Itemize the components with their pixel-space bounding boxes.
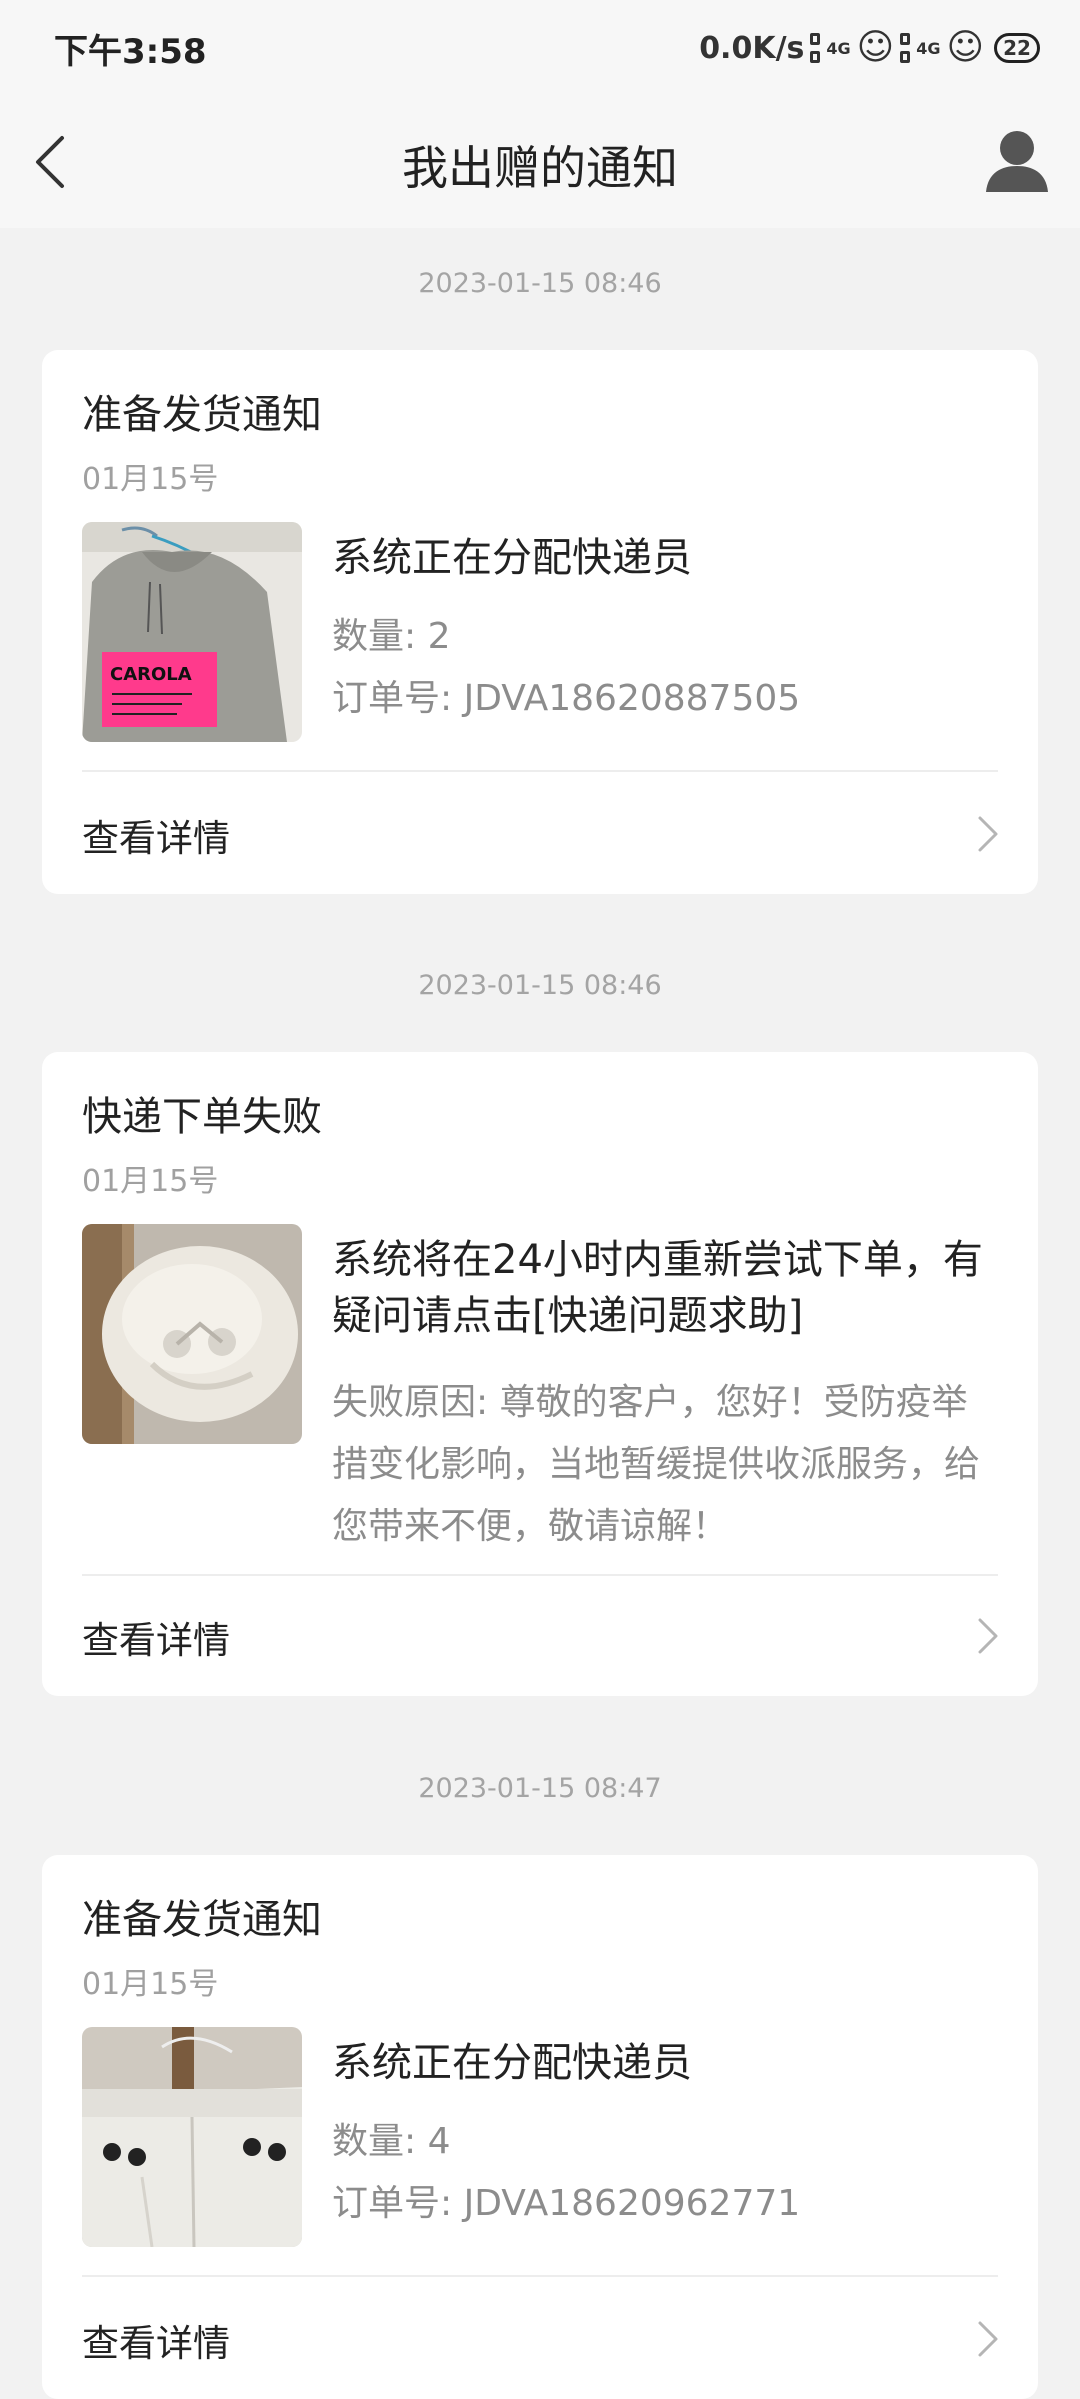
user-icon <box>986 131 1048 192</box>
notification-card: 准备发货通知 01月15号 CAROLA 系统正在分配快递员 数量: 2 订单号… <box>42 350 1038 894</box>
dual-sim-icon-2 <box>900 33 911 63</box>
card-title: 准备发货通知 <box>82 1897 322 1943</box>
quantity-text: 数量: 4 <box>332 2121 451 2162</box>
card-title: 快递下单失败 <box>82 1094 322 1140</box>
card-date: 01月15号 <box>82 462 219 497</box>
svg-text:CAROLA: CAROLA <box>110 664 192 685</box>
view-details-row[interactable]: 查看详情 <box>42 774 1038 894</box>
order-number: 订单号: JDVA18620962771 <box>332 2183 801 2224</box>
status-bar: 下午3:58 0.0K/s 4G ☺ 4G ☺ 22 <box>0 0 1080 96</box>
chevron-right-icon <box>978 1618 998 1654</box>
signal-4g-label-2: 4G <box>916 38 941 58</box>
pants-image <box>82 2027 302 2247</box>
quantity-text: 数量: 2 <box>332 616 451 657</box>
notification-message: 系统正在分配快递员 <box>332 2040 692 2086</box>
chevron-right-icon <box>978 816 998 852</box>
timestamp: 2023-01-15 08:47 <box>418 1773 662 1804</box>
failure-reason: 失败原因: 尊敬的客户，您好！受防疫举措变化影响，当地暂缓提供收派服务，给您带来… <box>332 1382 981 1547</box>
page-title: 我出赠的通知 <box>402 141 678 195</box>
dual-sim-icon <box>810 33 821 63</box>
view-details-row[interactable]: 查看详情 <box>42 1576 1038 1696</box>
view-details-label: 查看详情 <box>82 817 230 860</box>
status-time: 下午3:58 <box>54 31 207 72</box>
white-fleece-cap-photo[interactable] <box>82 1224 302 1444</box>
notification-message: 系统将在24小时内重新尝试下单，有疑问请点击[快递问题求助] <box>332 1237 983 1339</box>
order-number: 订单号: JDVA18620887505 <box>332 678 801 719</box>
view-details-row[interactable]: 查看详情 <box>42 2279 1038 2399</box>
battery-level: 22 <box>994 33 1040 63</box>
card-date: 01月15号 <box>82 1164 219 1199</box>
timestamp: 2023-01-15 08:46 <box>418 268 662 299</box>
notification-card: 准备发货通知 01月15号 系统正在分配快递员 数量: 4 订单号: JDVA1… <box>42 1855 1038 2399</box>
profile-button[interactable] <box>984 128 1050 194</box>
cap-image <box>82 1224 302 1444</box>
card-title: 准备发货通知 <box>82 392 322 438</box>
nav-bar: 我出赠的通知 <box>0 96 1080 228</box>
notification-message: 系统正在分配快递员 <box>332 535 692 581</box>
card-divider <box>82 770 998 772</box>
card-divider <box>82 2275 998 2277</box>
view-details-label: 查看详情 <box>82 1619 230 1662</box>
hoodie-image: CAROLA <box>82 522 302 742</box>
status-icons: 0.0K/s 4G ☺ 4G ☺ 22 <box>699 30 1040 66</box>
card-date: 01月15号 <box>82 1967 219 2002</box>
network-speed: 0.0K/s <box>699 30 805 66</box>
view-details-label: 查看详情 <box>82 2322 230 2365</box>
signal-4g-label: 4G <box>826 38 851 58</box>
timestamp: 2023-01-15 08:46 <box>418 970 662 1001</box>
smiley-icon: ☺ <box>856 27 895 68</box>
notification-card: 快递下单失败 01月15号 系统将在24小时内重新尝试下单，有疑问请点击[快递问… <box>42 1052 1038 1696</box>
smiley-icon-2: ☺ <box>946 27 984 68</box>
white-pants-photo[interactable] <box>82 2027 302 2247</box>
grey-hoodie-photo[interactable]: CAROLA <box>82 522 302 742</box>
chevron-right-icon <box>978 2321 998 2357</box>
